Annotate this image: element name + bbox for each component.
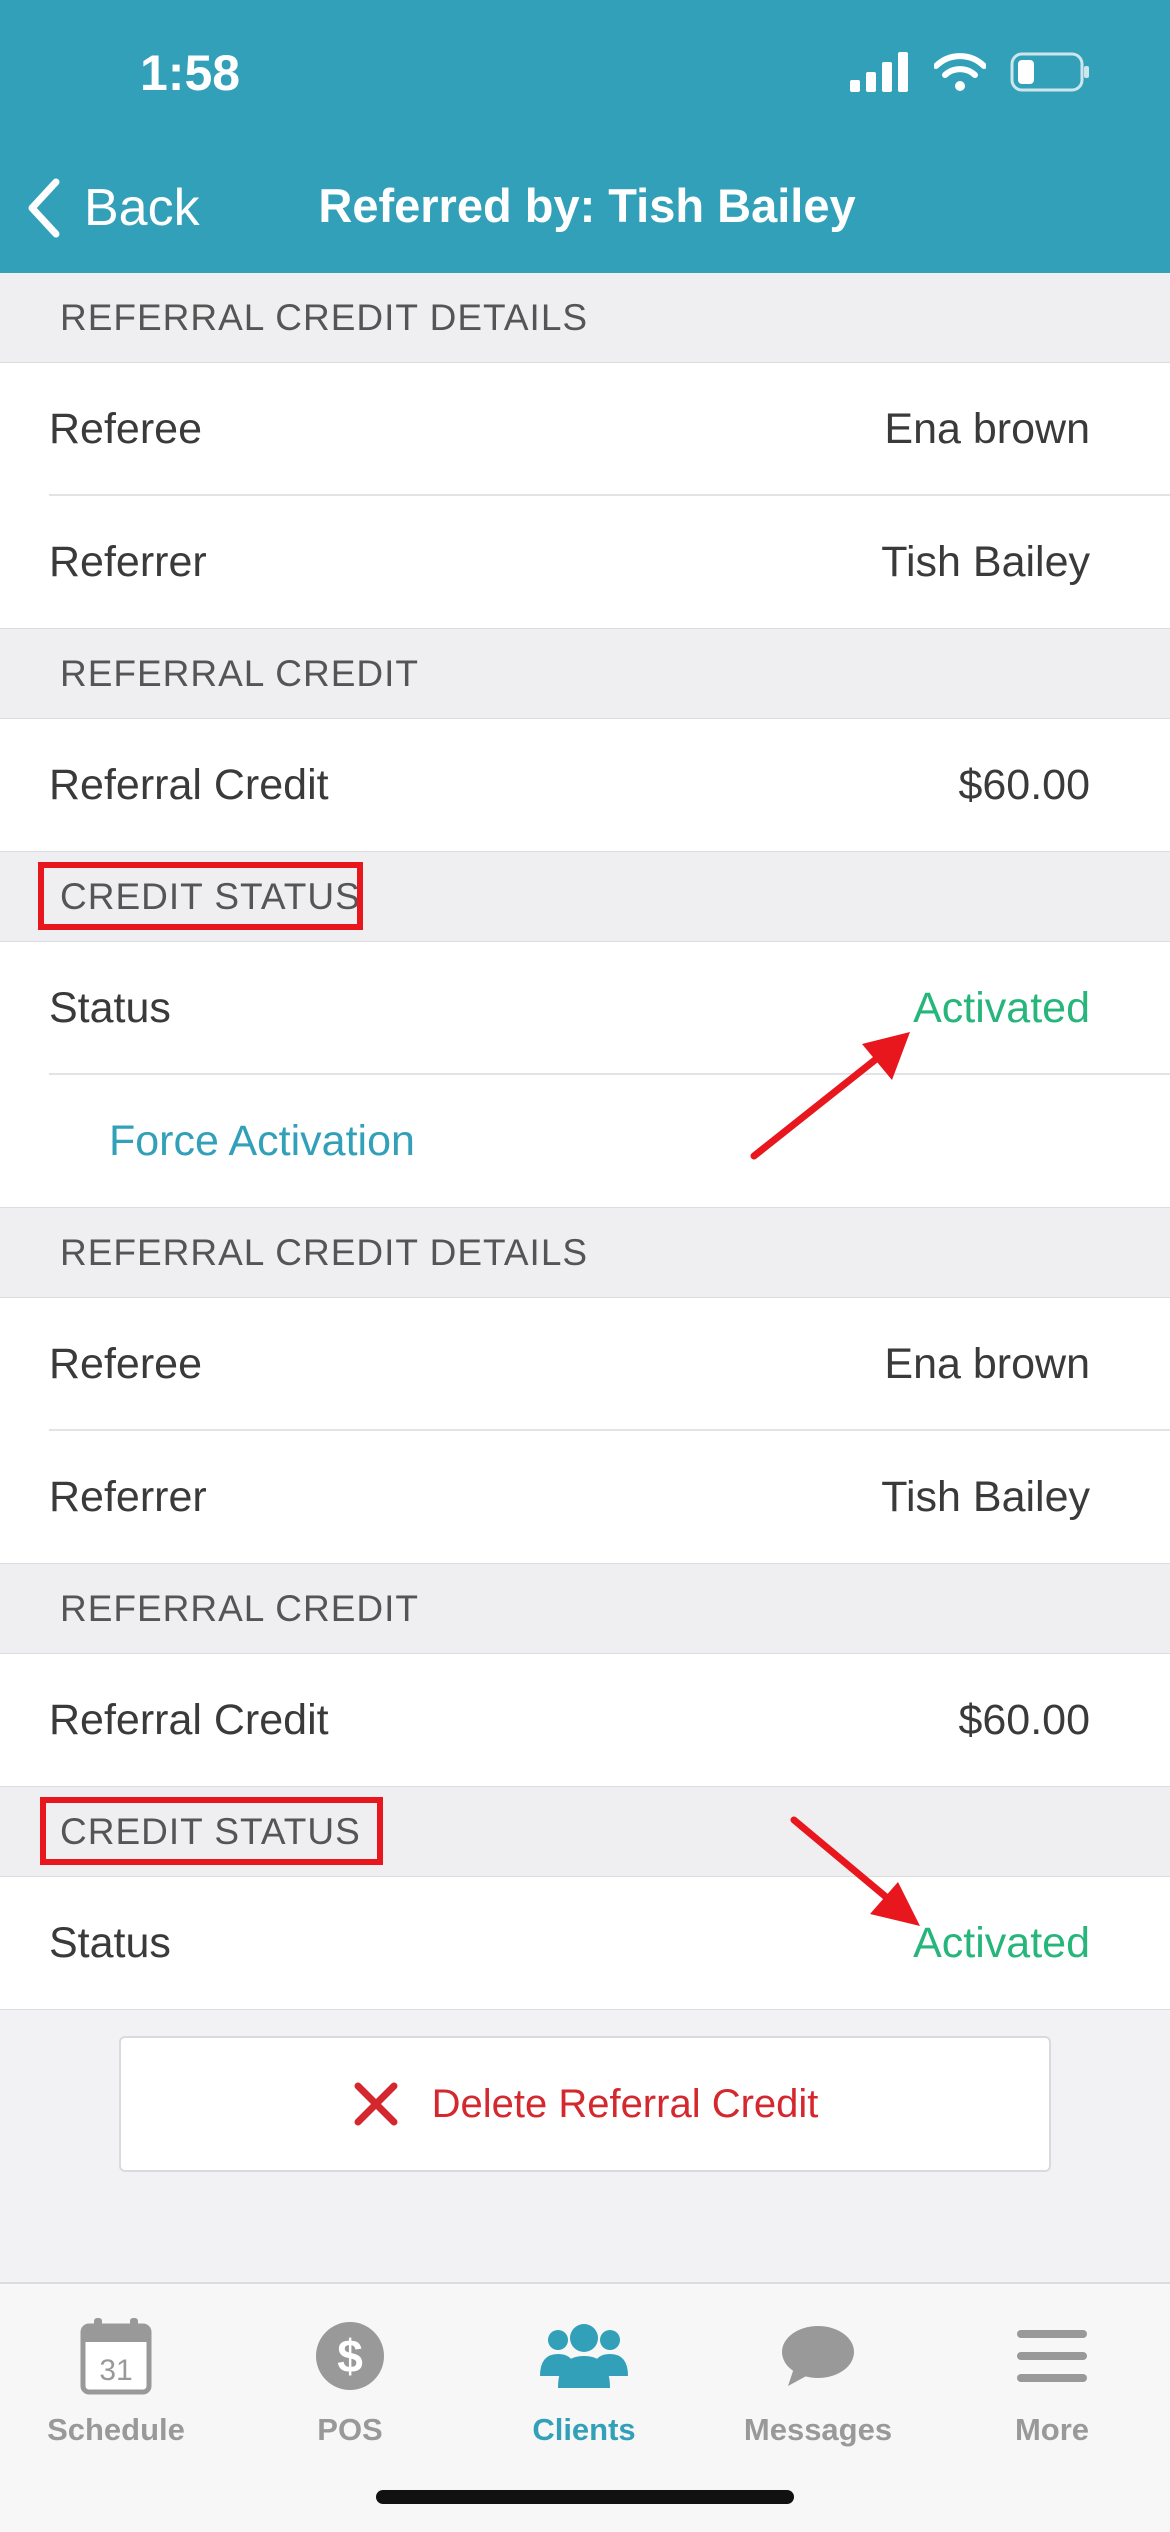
row-label: Referrer: [49, 1472, 207, 1521]
force-activation-row[interactable]: Force Activation: [0, 1075, 1170, 1208]
status-bar-time: 1:58: [140, 45, 241, 101]
dollar-icon: $: [314, 2308, 386, 2404]
row-value: Ena brown: [884, 1340, 1090, 1388]
app-header: 1:58 Back Referred by: Tish Bailey: [0, 0, 1170, 273]
signal-icon: [850, 52, 908, 92]
referee-row: Referee Ena brown: [0, 1298, 1170, 1431]
tab-schedule[interactable]: 31 Schedule: [16, 2308, 216, 2448]
wifi-icon: [934, 53, 986, 91]
referral-credit-row: Referral Credit $60.00: [0, 1654, 1170, 1787]
tab-pos[interactable]: $ POS: [250, 2308, 450, 2448]
delete-referral-credit-button[interactable]: Delete Referral Credit: [119, 2036, 1051, 2172]
row-value: $60.00: [958, 1695, 1090, 1744]
calendar-icon: 31: [80, 2308, 152, 2404]
tab-clients[interactable]: Clients: [484, 2308, 684, 2448]
clients-icon: [538, 2308, 630, 2404]
row-label: Referee: [49, 1340, 202, 1388]
close-x-icon: [354, 2082, 398, 2126]
svg-text:$: $: [337, 2330, 363, 2382]
row-value: Tish Bailey: [881, 537, 1090, 586]
tab-label: Messages: [743, 2412, 893, 2447]
row-label: Referral Credit: [49, 760, 329, 809]
row-value: Tish Bailey: [881, 1472, 1090, 1521]
section-header-credit: REFERRAL CREDIT: [0, 629, 1170, 719]
calendar-day: 31: [99, 2354, 132, 2387]
tab-label: Clients: [532, 2412, 636, 2447]
tab-label: Schedule: [47, 2412, 185, 2447]
section-header-credit-status: CREDIT STATUS: [0, 1787, 1170, 1877]
battery-icon: [1010, 52, 1089, 92]
home-indicator: [376, 2490, 794, 2504]
status-bar-icons: [850, 52, 1090, 92]
status-row: Status Activated: [0, 1877, 1170, 2010]
row-label: Referral Credit: [49, 1695, 329, 1744]
section-header-credit-status: CREDIT STATUS: [0, 852, 1170, 942]
referrer-row: Referrer Tish Bailey: [0, 496, 1170, 629]
referrer-row: Referrer Tish Bailey: [0, 1431, 1170, 1564]
tab-label: More: [1014, 2412, 1090, 2447]
menu-icon: [1017, 2308, 1087, 2404]
tab-messages[interactable]: Messages: [718, 2308, 918, 2448]
row-label: Referee: [49, 405, 202, 453]
section-header-credit: REFERRAL CREDIT: [0, 1564, 1170, 1654]
row-value: $60.00: [958, 760, 1090, 809]
row-label: Referrer: [49, 537, 207, 586]
tab-bar: 31 Schedule $ POS Clients Messages More: [0, 2282, 1170, 2532]
tab-more[interactable]: More: [952, 2308, 1152, 2448]
status-value: Activated: [913, 984, 1090, 1032]
section-header-details: REFERRAL CREDIT DETAILS: [0, 273, 1170, 363]
row-label: Status: [49, 1918, 171, 1967]
status-row: Status Activated: [0, 942, 1170, 1075]
force-activation-link[interactable]: Force Activation: [49, 1117, 415, 1166]
row-value: Ena brown: [884, 405, 1090, 453]
status-value: Activated: [913, 1918, 1090, 1967]
page-title: Referred by: Tish Bailey: [318, 179, 856, 232]
referral-credit-row: Referral Credit $60.00: [0, 719, 1170, 852]
referral-detail-list: REFERRAL CREDIT DETAILS Referee Ena brow…: [0, 273, 1170, 2010]
chat-bubble-icon: [780, 2308, 856, 2404]
section-header-details: REFERRAL CREDIT DETAILS: [0, 1208, 1170, 1298]
tab-label: POS: [317, 2412, 383, 2447]
row-label: Status: [49, 984, 171, 1032]
referee-row: Referee Ena brown: [0, 363, 1170, 496]
delete-button-label: Delete Referral Credit: [431, 2081, 819, 2126]
